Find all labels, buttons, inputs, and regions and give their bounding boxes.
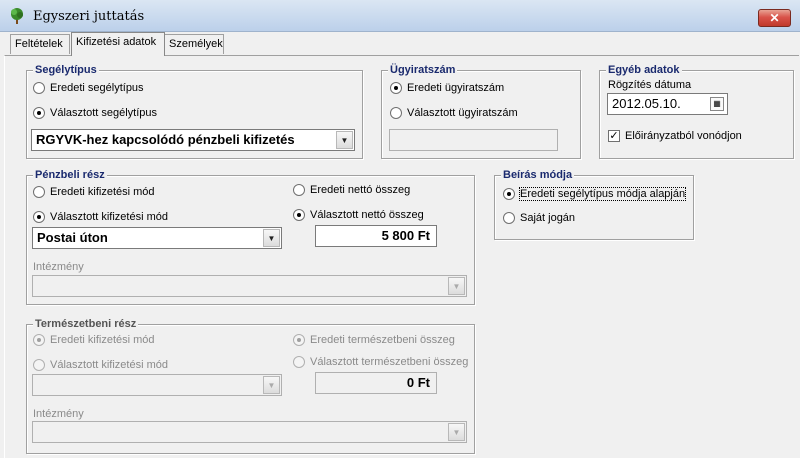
radio-label: Választott nettó összeg — [310, 209, 424, 221]
radio-label: Eredeti természetbeni összeg — [310, 334, 455, 346]
radio-label: Választott kifizetési mód — [50, 211, 168, 223]
tab-kifizetesi-adatok[interactable]: Kifizetési adatok — [71, 32, 165, 56]
group-title: Pénzbeli rész — [33, 168, 107, 182]
radio-dot — [503, 188, 515, 200]
institution-label: Intézmény — [33, 261, 84, 273]
radio-label: Eredeti kifizetési mód — [50, 186, 155, 198]
recording-date-field[interactable]: 2012.05.10. ▦ — [607, 93, 728, 115]
tab-szemelyek[interactable]: Személyek — [164, 34, 224, 54]
radio-selected-net-amount[interactable]: Választott nettó összeg — [293, 208, 424, 222]
radio-dot — [293, 356, 305, 368]
tab-label: Személyek — [169, 38, 223, 50]
title-bar: Egyszeri juttatás ✕ — [0, 0, 800, 32]
tab-label: Kifizetési adatok — [76, 36, 157, 48]
in-kind-amount-field[interactable]: 0 Ft — [315, 372, 437, 394]
window-title: Egyszeri juttatás — [33, 9, 145, 24]
chevron-down-icon: ▼ — [448, 423, 465, 441]
tree-icon — [8, 7, 26, 25]
ugyiratszam-group: Ügyiratszám Eredeti ügyiratszám Választo… — [381, 63, 581, 159]
close-icon: ✕ — [769, 11, 780, 25]
radio-label: Választott segélytípus — [50, 107, 158, 119]
chevron-down-icon: ▼ — [336, 131, 353, 149]
dropdown-value: Postai úton — [37, 230, 108, 245]
institution-dropdown[interactable]: ▼ — [32, 275, 467, 297]
radio-dot — [293, 184, 305, 196]
dropdown-value: RGYVK-hez kapcsolódó pénzbeli kifizetés — [36, 132, 295, 147]
radio-selected-aid-type[interactable]: Választott segélytípus — [33, 106, 157, 120]
chevron-down-icon: ▼ — [263, 376, 280, 394]
radio-label: Eredeti nettó összeg — [310, 184, 411, 196]
group-title: Ügyiratszám — [388, 63, 458, 77]
group-title: Beírás módja — [501, 168, 575, 182]
egyeb-adatok-group: Egyéb adatok Rögzítés dátuma 2012.05.10.… — [599, 63, 794, 159]
radio-selected-payment-mode[interactable]: Választott kifizetési mód — [33, 210, 168, 224]
tab-feltetelek[interactable]: Feltételek — [10, 34, 70, 54]
radio-dot — [33, 186, 45, 198]
radio-own-right[interactable]: Saját jogán — [503, 211, 575, 225]
close-button[interactable]: ✕ — [758, 9, 791, 27]
segelytipus-group: Segélytípus Eredeti segélytípus Választo… — [26, 63, 363, 159]
in-kind-institution-dropdown[interactable]: ▼ — [32, 421, 467, 443]
chevron-down-icon: ▼ — [448, 277, 465, 295]
radio-in-kind-original-mode[interactable]: Eredeti kifizetési mód — [33, 333, 155, 347]
date-label: Rögzítés dátuma — [608, 79, 692, 91]
radio-dot — [390, 107, 402, 119]
radio-dot — [33, 334, 45, 346]
aid-type-dropdown[interactable]: RGYVK-hez kapcsolódó pénzbeli kifizetés … — [31, 129, 355, 151]
radio-original-case-number[interactable]: Eredeti ügyiratszám — [390, 81, 504, 95]
net-amount-field[interactable]: 5 800 Ft — [315, 225, 437, 247]
termeszetbeni-resz-group: Természetbeni rész Eredeti kifizetési mó… — [26, 317, 475, 454]
case-number-input[interactable] — [389, 129, 558, 151]
chevron-down-icon: ▼ — [263, 229, 280, 247]
penzbeli-resz-group: Pénzbeli rész Eredeti kifizetési mód Vál… — [26, 168, 475, 305]
radio-selected-case-number[interactable]: Választott ügyiratszám — [390, 106, 518, 120]
in-kind-mode-dropdown[interactable]: ▼ — [32, 374, 282, 396]
radio-label: Eredeti ügyiratszám — [407, 82, 505, 94]
radio-dot — [293, 209, 305, 221]
radio-dot — [33, 107, 45, 119]
radio-label: Választott kifizetési mód — [50, 359, 168, 371]
group-title: Természetbeni rész — [33, 317, 139, 331]
amount-value: 0 Ft — [406, 375, 430, 390]
radio-label: Választott ügyiratszám — [407, 107, 518, 119]
payment-mode-dropdown[interactable]: Postai úton ▼ — [32, 227, 282, 249]
appropriation-checkbox[interactable]: ✓ Előirányzatból vonódjon — [608, 129, 742, 143]
radio-original-aid-type[interactable]: Eredeti segélytípus — [33, 81, 144, 95]
radio-dot — [503, 212, 515, 224]
amount-value: 5 800 Ft — [381, 228, 430, 243]
radio-original-entry-mode[interactable]: Eredeti segélytípus módja alapján — [503, 187, 687, 201]
radio-dot — [33, 359, 45, 371]
beiras-modja-group: Beírás módja Eredeti segélytípus módja a… — [494, 168, 694, 240]
radio-label: Választott természetbeni összeg — [310, 356, 469, 368]
group-title: Egyéb adatok — [606, 63, 682, 77]
radio-in-kind-selected-mode[interactable]: Választott kifizetési mód — [33, 358, 168, 372]
radio-label: Eredeti kifizetési mód — [50, 334, 155, 346]
calendar-icon[interactable]: ▦ — [710, 97, 724, 111]
radio-selected-in-kind-amount[interactable]: Választott természetbeni összeg — [293, 355, 468, 369]
checkbox-box: ✓ — [608, 130, 620, 142]
radio-dot — [33, 82, 45, 94]
date-value: 2012.05.10. — [612, 96, 681, 111]
radio-original-payment-mode[interactable]: Eredeti kifizetési mód — [33, 185, 155, 199]
checkbox-label: Előirányzatból vonódjon — [625, 130, 742, 142]
institution-label: Intézmény — [33, 408, 84, 420]
group-title: Segélytípus — [33, 63, 99, 77]
radio-dot — [390, 82, 402, 94]
radio-original-in-kind-amount[interactable]: Eredeti természetbeni összeg — [293, 333, 455, 347]
tab-label: Feltételek — [15, 38, 63, 50]
radio-dot — [293, 334, 305, 346]
radio-dot — [33, 211, 45, 223]
radio-label: Eredeti segélytípus — [50, 82, 144, 94]
radio-label: Saját jogán — [520, 212, 576, 224]
radio-label: Eredeti segélytípus módja alapján — [518, 187, 687, 201]
radio-original-net-amount[interactable]: Eredeti nettó összeg — [293, 183, 410, 197]
